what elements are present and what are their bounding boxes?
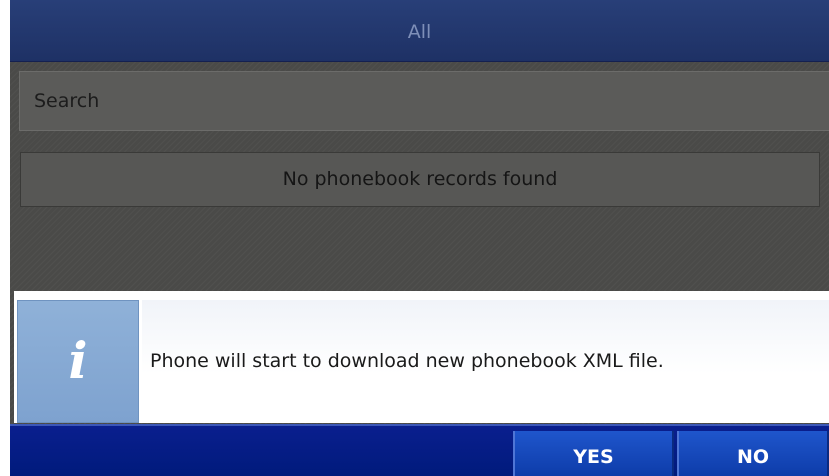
phone-screen: All Search No phonebook records found i … (10, 0, 829, 476)
empty-list-message: No phonebook records found (20, 152, 820, 207)
page-title: All (10, 0, 829, 62)
info-icon: i (17, 300, 139, 423)
dialog-message: Phone will start to download new phonebo… (142, 300, 829, 423)
info-dialog: i Phone will start to download new phone… (14, 291, 829, 423)
softkey-bar: YES NO (10, 424, 829, 476)
yes-button[interactable]: YES (513, 431, 674, 476)
info-icon-glyph: i (68, 331, 88, 390)
search-input[interactable]: Search (19, 71, 829, 131)
no-button[interactable]: NO (677, 431, 829, 476)
